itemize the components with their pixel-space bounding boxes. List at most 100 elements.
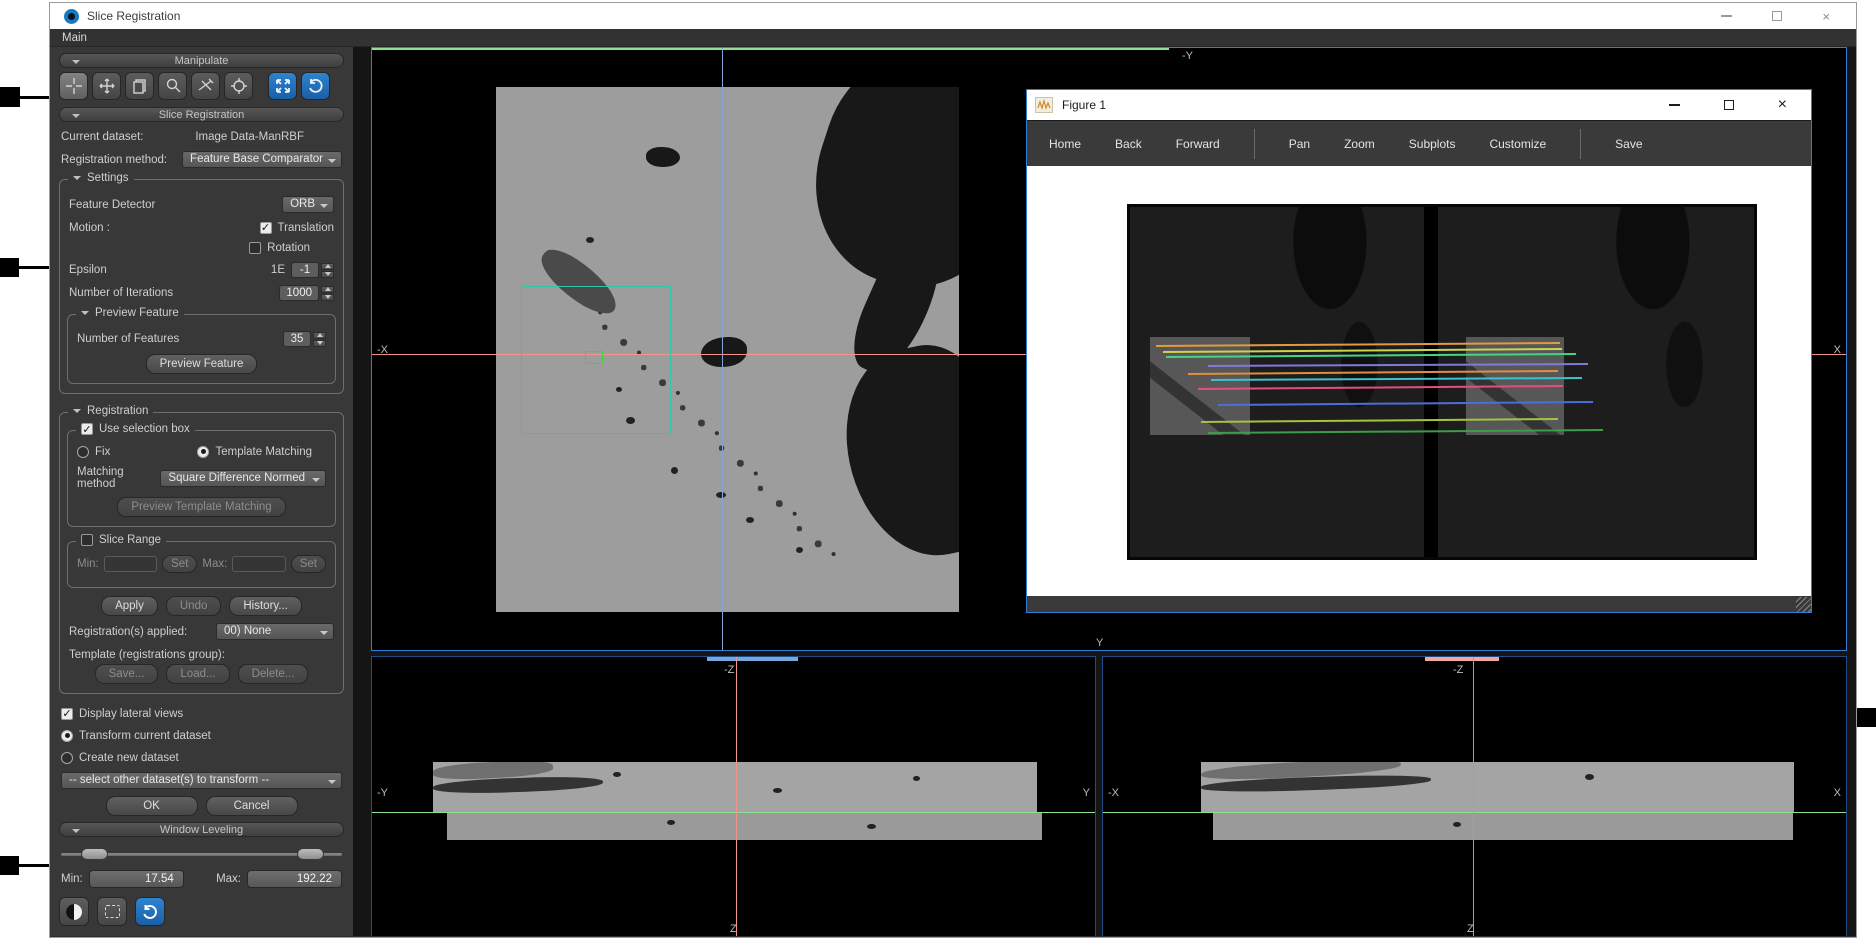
lateral-left-vertical-crosshair[interactable] bbox=[736, 657, 737, 936]
spinner-arrows[interactable] bbox=[313, 332, 326, 347]
checkbox-icon[interactable] bbox=[249, 242, 261, 254]
save-template-button[interactable]: Save... bbox=[95, 664, 159, 684]
inner-selection-box[interactable] bbox=[585, 351, 603, 364]
settings-group-title[interactable]: Settings bbox=[68, 172, 134, 184]
wl-max-value[interactable]: 192.22 bbox=[247, 870, 342, 888]
radio-icon[interactable] bbox=[61, 752, 73, 764]
crosshair-icon bbox=[65, 77, 83, 95]
translation-checkbox[interactable]: ✓ Translation bbox=[260, 222, 334, 234]
slider-min-handle[interactable] bbox=[81, 848, 108, 860]
checkbox-checked-icon[interactable]: ✓ bbox=[260, 222, 272, 234]
delete-template-button[interactable]: Delete... bbox=[238, 664, 309, 684]
contrast-button[interactable] bbox=[59, 897, 89, 926]
slice-tool-button[interactable] bbox=[191, 72, 220, 100]
toolbar-home[interactable]: Home bbox=[1049, 137, 1081, 151]
radio-selected-icon[interactable] bbox=[61, 730, 73, 742]
window-leveling-slider[interactable] bbox=[61, 847, 342, 862]
feature-detector-dropdown[interactable]: ORB bbox=[282, 196, 334, 213]
num-features-spinner[interactable]: 35 bbox=[283, 331, 311, 347]
slice-registration-section-header[interactable]: Slice Registration bbox=[59, 107, 344, 122]
apply-button[interactable]: Apply bbox=[101, 596, 158, 616]
history-button[interactable]: History... bbox=[229, 596, 302, 616]
toolbar-forward[interactable]: Forward bbox=[1176, 137, 1220, 151]
rotation-checkbox[interactable]: Rotation bbox=[249, 242, 310, 254]
cancel-button[interactable]: Cancel bbox=[206, 796, 298, 816]
target-tool-button[interactable] bbox=[224, 72, 253, 100]
lateral-right-top-bar[interactable] bbox=[1425, 657, 1499, 661]
toolbar-pan[interactable]: Pan bbox=[1289, 137, 1310, 151]
preview-template-matching-button[interactable]: Preview Template Matching bbox=[117, 497, 285, 517]
lateral-viewport-left[interactable]: -Z -Y Y Z bbox=[371, 656, 1096, 936]
figure-canvas bbox=[1027, 166, 1811, 596]
wl-min-label: Min: bbox=[61, 873, 83, 885]
figure-close-icon[interactable]: × bbox=[1778, 96, 1787, 114]
slice-max-set-button[interactable]: Set bbox=[291, 555, 326, 573]
slice-min-input[interactable] bbox=[104, 556, 157, 572]
spinner-arrows[interactable] bbox=[321, 263, 334, 278]
resize-grip[interactable] bbox=[1796, 597, 1811, 612]
registration-method-dropdown[interactable]: Feature Base Comparator bbox=[182, 151, 342, 168]
lateral-left-top-bar[interactable] bbox=[707, 657, 798, 661]
use-selection-box-checkbox[interactable]: ✓ Use selection box bbox=[76, 423, 195, 435]
wl-max-label: Max: bbox=[216, 873, 241, 885]
main-vertical-crosshair[interactable] bbox=[722, 48, 723, 651]
slice-range-checkbox[interactable]: Slice Range bbox=[76, 534, 166, 546]
reset-leveling-button[interactable] bbox=[135, 897, 165, 926]
checkbox-checked-icon[interactable]: ✓ bbox=[61, 708, 73, 720]
minimize-icon[interactable] bbox=[1721, 15, 1732, 17]
transform-current-radio[interactable]: Transform current dataset bbox=[61, 730, 211, 742]
create-new-dataset-radio[interactable]: Create new dataset bbox=[61, 752, 179, 764]
toolbar-subplots[interactable]: Subplots bbox=[1409, 137, 1456, 151]
other-datasets-dropdown[interactable]: -- select other dataset(s) to transform … bbox=[61, 772, 342, 789]
lateral-right-vertical-crosshair[interactable] bbox=[1473, 657, 1474, 936]
reset-view-button[interactable] bbox=[301, 72, 330, 100]
display-lateral-views-checkbox[interactable]: ✓ Display lateral views bbox=[61, 708, 183, 720]
preview-feature-group-title[interactable]: Preview Feature bbox=[76, 307, 184, 319]
slice-max-input[interactable] bbox=[232, 556, 285, 572]
layers-tool-button[interactable] bbox=[125, 72, 154, 100]
preview-feature-button[interactable]: Preview Feature bbox=[146, 354, 258, 374]
slider-max-handle[interactable] bbox=[297, 848, 324, 860]
toolbar-customize[interactable]: Customize bbox=[1489, 137, 1546, 151]
figure-titlebar[interactable]: Figure 1 × bbox=[1027, 90, 1811, 120]
checkbox-checked-icon[interactable]: ✓ bbox=[81, 423, 93, 435]
fit-view-button[interactable] bbox=[268, 72, 297, 100]
ok-button[interactable]: OK bbox=[106, 796, 198, 816]
layers-icon bbox=[131, 77, 149, 95]
close-icon[interactable]: × bbox=[1822, 10, 1830, 23]
maximize-icon[interactable] bbox=[1772, 11, 1782, 21]
pan-tool-button[interactable] bbox=[92, 72, 121, 100]
app-titlebar[interactable]: Slice Registration × bbox=[50, 3, 1856, 29]
registrations-applied-dropdown[interactable]: 00) None bbox=[216, 623, 334, 640]
wl-min-value[interactable]: 17.54 bbox=[89, 870, 184, 888]
checkbox-icon[interactable] bbox=[81, 534, 93, 546]
num-features-label: Number of Features bbox=[77, 333, 179, 345]
lateral-viewport-right[interactable]: -Z -X X Z bbox=[1102, 656, 1847, 936]
epsilon-spinner[interactable]: -1 bbox=[291, 262, 319, 278]
slice-min-set-button[interactable]: Set bbox=[162, 555, 197, 573]
undo-button[interactable]: Undo bbox=[166, 596, 222, 616]
window-leveling-section-header[interactable]: Window Leveling bbox=[59, 822, 344, 837]
fix-radio[interactable]: Fix bbox=[77, 446, 110, 458]
figure-window[interactable]: Figure 1 × Home Back Forward Pan Zo bbox=[1026, 89, 1812, 613]
toolbar-zoom[interactable]: Zoom bbox=[1344, 137, 1375, 151]
lateral-right-green-line bbox=[1103, 812, 1846, 813]
crosshair-tool-button[interactable] bbox=[59, 72, 88, 100]
figure-minimize-icon[interactable] bbox=[1669, 104, 1680, 106]
toolbar-back[interactable]: Back bbox=[1115, 137, 1142, 151]
matching-method-dropdown[interactable]: Square Difference Normed bbox=[160, 470, 326, 487]
load-template-button[interactable]: Load... bbox=[166, 664, 229, 684]
iterations-spinner[interactable]: 1000 bbox=[279, 285, 319, 301]
zoom-tool-button[interactable] bbox=[158, 72, 187, 100]
radio-icon[interactable] bbox=[77, 446, 89, 458]
registration-group-title[interactable]: Registration bbox=[68, 405, 153, 417]
figure-maximize-icon[interactable] bbox=[1724, 100, 1734, 110]
menu-main[interactable]: Main bbox=[62, 32, 87, 44]
radio-selected-icon[interactable] bbox=[197, 446, 209, 458]
selection-region-button[interactable] bbox=[97, 897, 127, 926]
toolbar-save[interactable]: Save bbox=[1615, 137, 1642, 151]
figure-toolbar: Home Back Forward Pan Zoom Subplots Cust… bbox=[1027, 120, 1811, 166]
template-matching-radio[interactable]: Template Matching bbox=[197, 446, 312, 458]
spinner-arrows[interactable] bbox=[321, 286, 334, 301]
manipulate-section-header[interactable]: Manipulate bbox=[59, 53, 344, 68]
